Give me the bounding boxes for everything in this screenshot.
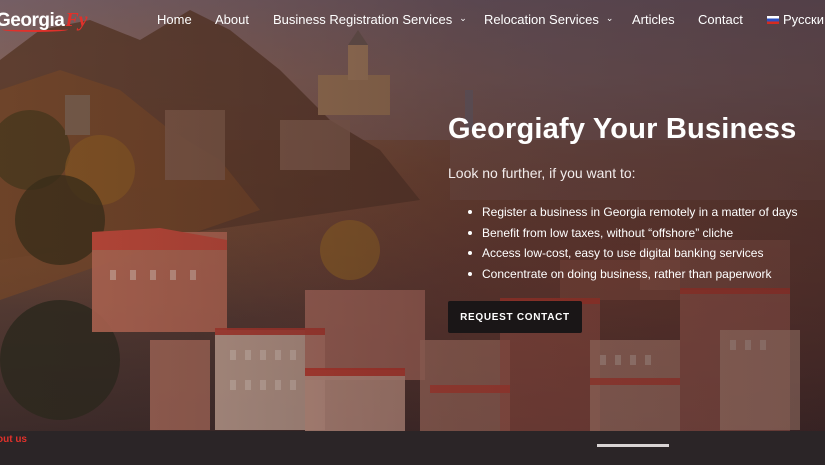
list-item-text: Register a business in Georgia remotely … [482,205,798,220]
benefits-list: Register a business in Georgia remotely … [468,202,797,284]
nav-item-home[interactable]: Home [157,12,215,27]
russia-flag-icon [767,15,779,24]
list-item: Benefit from low taxes, without “offshor… [468,223,797,244]
hero-subtitle: Look no further, if you want to: [448,165,636,181]
nav-item-business-registration[interactable]: Business Registration Services ⌄ [273,12,484,27]
list-item: Access low-cost, easy to use digital ban… [468,243,797,264]
main-navigation: Home About Business Registration Service… [157,12,824,27]
nav-item-label: About [215,12,249,27]
list-item: Register a business in Georgia remotely … [468,202,797,223]
logo-swoosh-icon [2,27,68,32]
nav-item-relocation[interactable]: Relocation Services ⌄ [484,12,632,27]
language-label: Русски [783,12,824,27]
slider-indicator[interactable] [597,444,669,447]
nav-item-label: Contact [698,12,743,27]
nav-item-label: Relocation Services [484,12,599,27]
nav-item-articles[interactable]: Articles [632,12,698,27]
nav-item-label: Articles [632,12,675,27]
nav-item-label: Business Registration Services [273,12,453,27]
request-contact-button[interactable]: REQUEST CONTACT [448,301,582,333]
nav-item-contact[interactable]: Contact [698,12,767,27]
chevron-down-icon: ⌄ [605,13,614,23]
list-item-text: Concentrate on doing business, rather th… [482,266,772,281]
bullet-icon [468,271,472,276]
language-switcher[interactable]: Русски [767,12,824,27]
nav-item-about[interactable]: About [215,12,273,27]
list-item-text: Access low-cost, easy to use digital ban… [482,246,764,261]
bullet-icon [468,210,472,215]
bullet-icon [468,230,472,235]
chevron-down-icon: ⌄ [459,13,467,23]
about-us-link[interactable]: out us [0,434,27,445]
nav-item-label: Home [157,12,192,27]
hero-title: Georgiafy Your Business [448,113,797,145]
bottom-strip [0,431,825,465]
list-item-text: Benefit from low taxes, without “offshor… [482,225,734,240]
bullet-icon [468,251,472,256]
logo-text-accent: Fy [65,9,88,31]
list-item: Concentrate on doing business, rather th… [468,264,797,285]
